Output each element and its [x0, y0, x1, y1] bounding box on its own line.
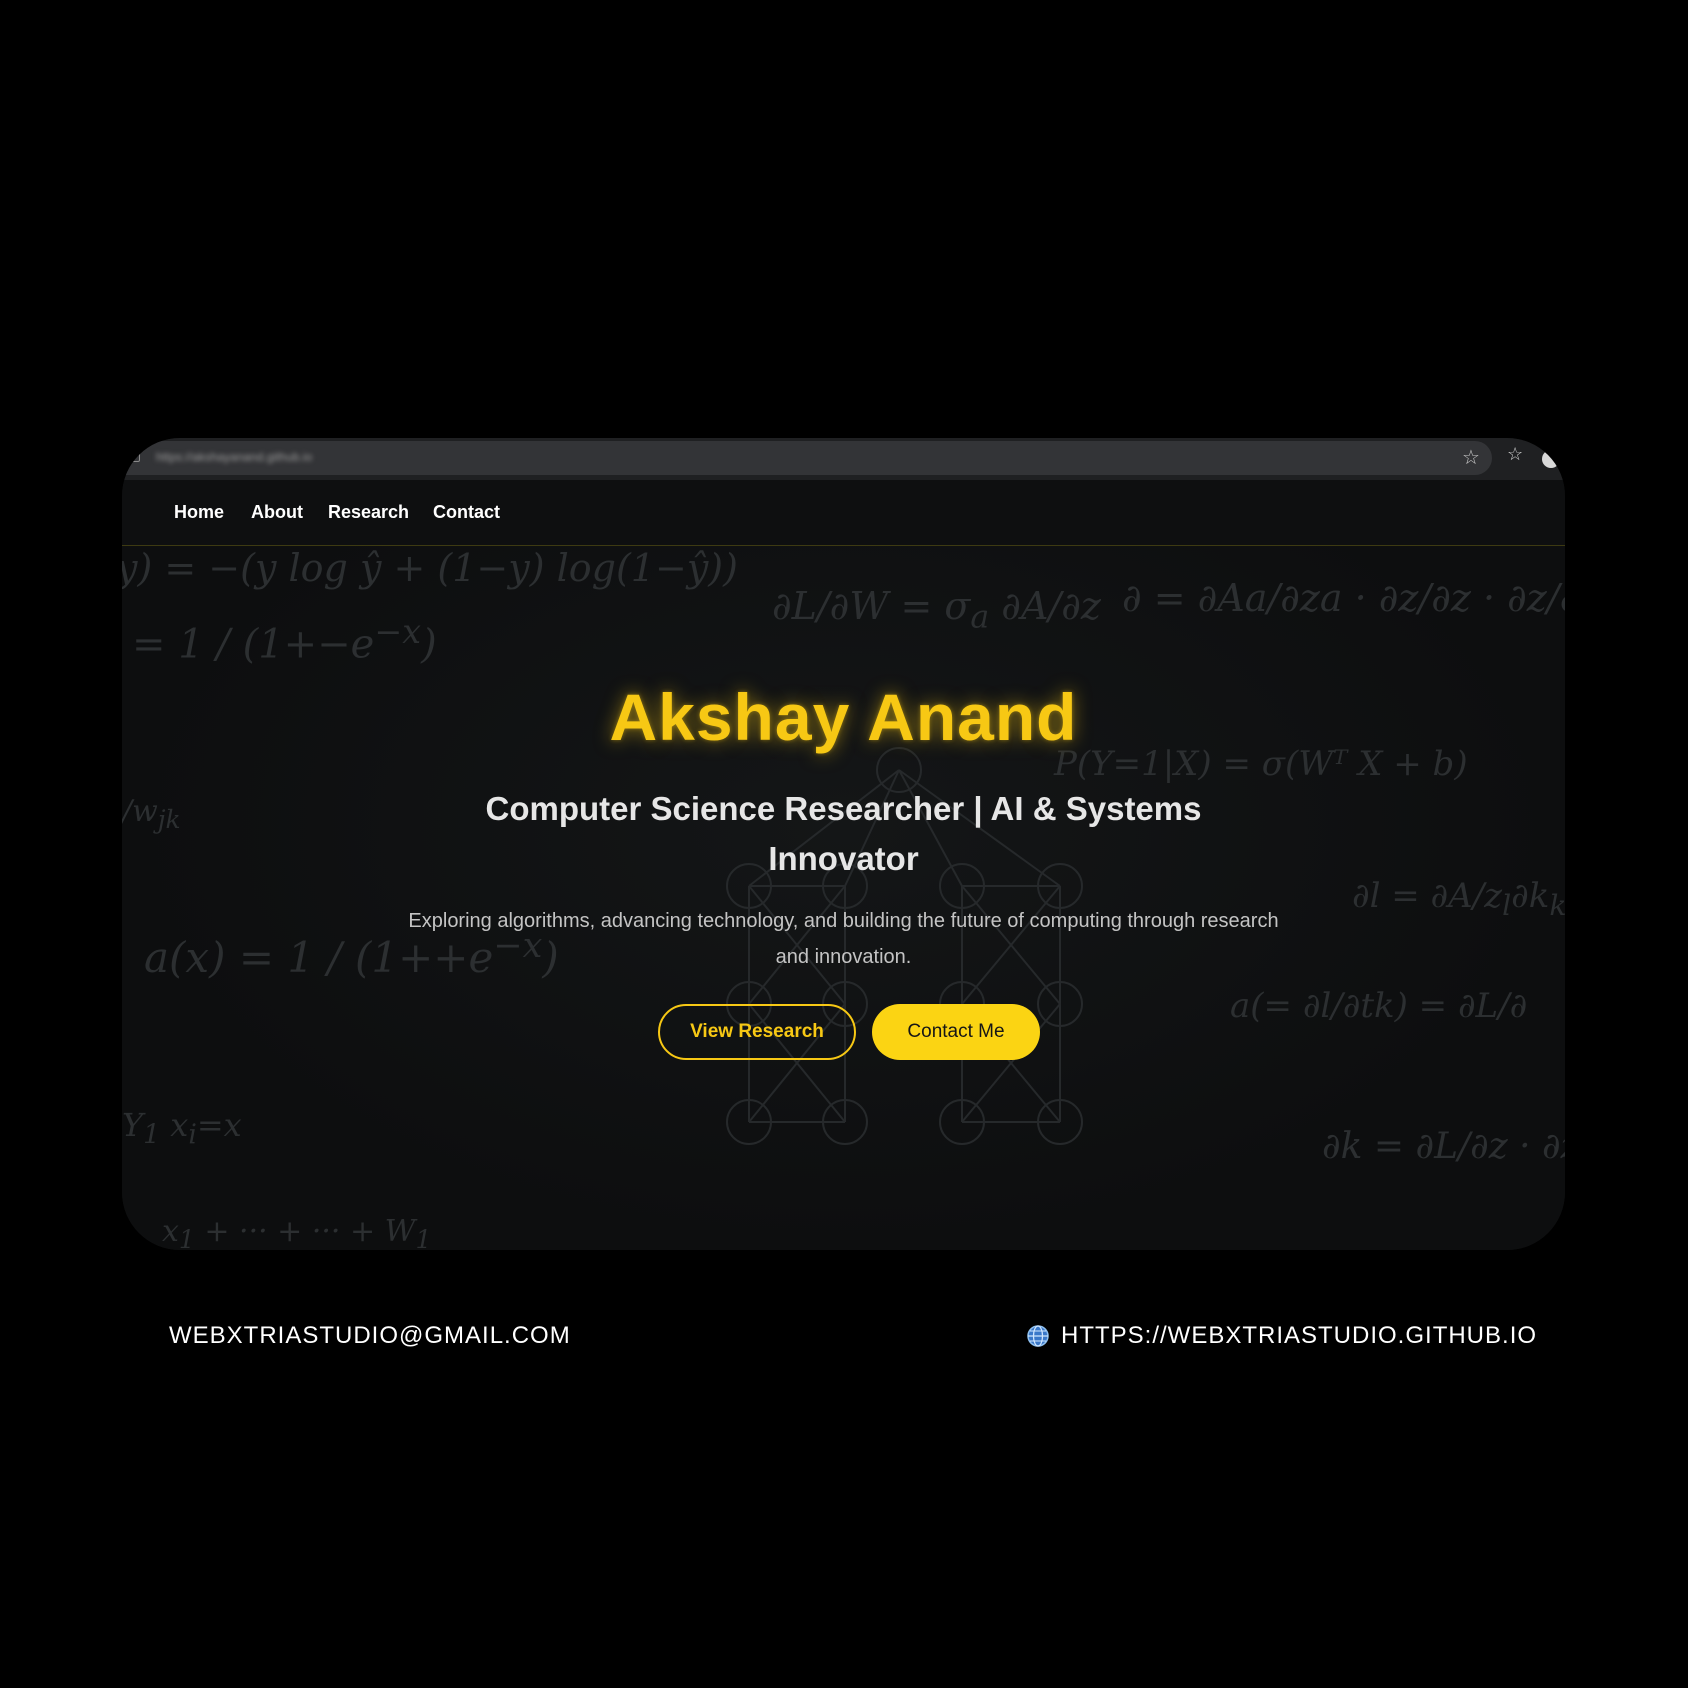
- formula-loss: y) = −(y log ŷ + (1−y) log(1−ŷ)): [122, 546, 738, 590]
- formula-sum: x1 + ··· + ··· + W1: [162, 1214, 432, 1250]
- view-research-button[interactable]: View Research: [658, 1004, 856, 1060]
- browser-toolbar: https://akshayanand.github.io ☆ ☆: [122, 438, 1565, 480]
- site-navigation: Home About Research Contact: [122, 480, 1565, 546]
- formula-gradient: ∂L/∂W = σa ∂A/∂z: [772, 584, 1101, 636]
- favorites-icon[interactable]: ☆: [1507, 444, 1523, 465]
- globe-icon: [1027, 1325, 1049, 1347]
- formula-input: Y1 xi=x: [122, 1106, 242, 1151]
- nav-home[interactable]: Home: [174, 502, 224, 523]
- profile-icon[interactable]: [1542, 450, 1560, 468]
- formula-derivative: a(= ∂l/∂tk) = ∂L/∂: [1230, 986, 1528, 1026]
- nav-contact[interactable]: Contact: [433, 502, 500, 523]
- hero-subtitle: Computer Science Researcher | AI & Syste…: [485, 790, 1202, 877]
- formula-chain: ∂ = ∂Aa/∂za · ∂z/∂z · ∂z/∂W: [1122, 576, 1565, 620]
- nav-research[interactable]: Research: [328, 502, 409, 523]
- formula-weight: /wjk: [122, 794, 181, 834]
- formula-sigmoid: = 1 / (1+−e−x): [132, 612, 437, 668]
- star-icon[interactable]: ☆: [1462, 445, 1480, 470]
- formula-backprop: ∂k = ∂L/∂z · ∂z∂z/∂W: [1322, 1126, 1565, 1167]
- hero-section: y) = −(y log ŷ + (1−y) log(1−ŷ)) = 1 / (…: [122, 546, 1565, 1250]
- formula-partial: ∂l = ∂A/zl∂kk: [1352, 876, 1565, 922]
- footer-website[interactable]: HTTPS://WEBXTRIASTUDIO.GITHUB.IO: [1061, 1322, 1537, 1350]
- address-bar[interactable]: https://akshayanand.github.io ☆: [122, 441, 1492, 475]
- hero-title: Akshay Anand: [609, 680, 1078, 754]
- nav-about[interactable]: About: [251, 502, 303, 523]
- lock-icon: [130, 452, 140, 462]
- footer-email[interactable]: WEBXTRIASTUDIO@GMAIL.COM: [169, 1322, 571, 1350]
- contact-me-button[interactable]: Contact Me: [872, 1004, 1040, 1060]
- browser-window: https://akshayanand.github.io ☆ ☆ Home A…: [122, 438, 1565, 1250]
- address-bar-url[interactable]: https://akshayanand.github.io: [156, 450, 386, 464]
- hero-description: Exploring algorithms, advancing technolo…: [408, 910, 1279, 968]
